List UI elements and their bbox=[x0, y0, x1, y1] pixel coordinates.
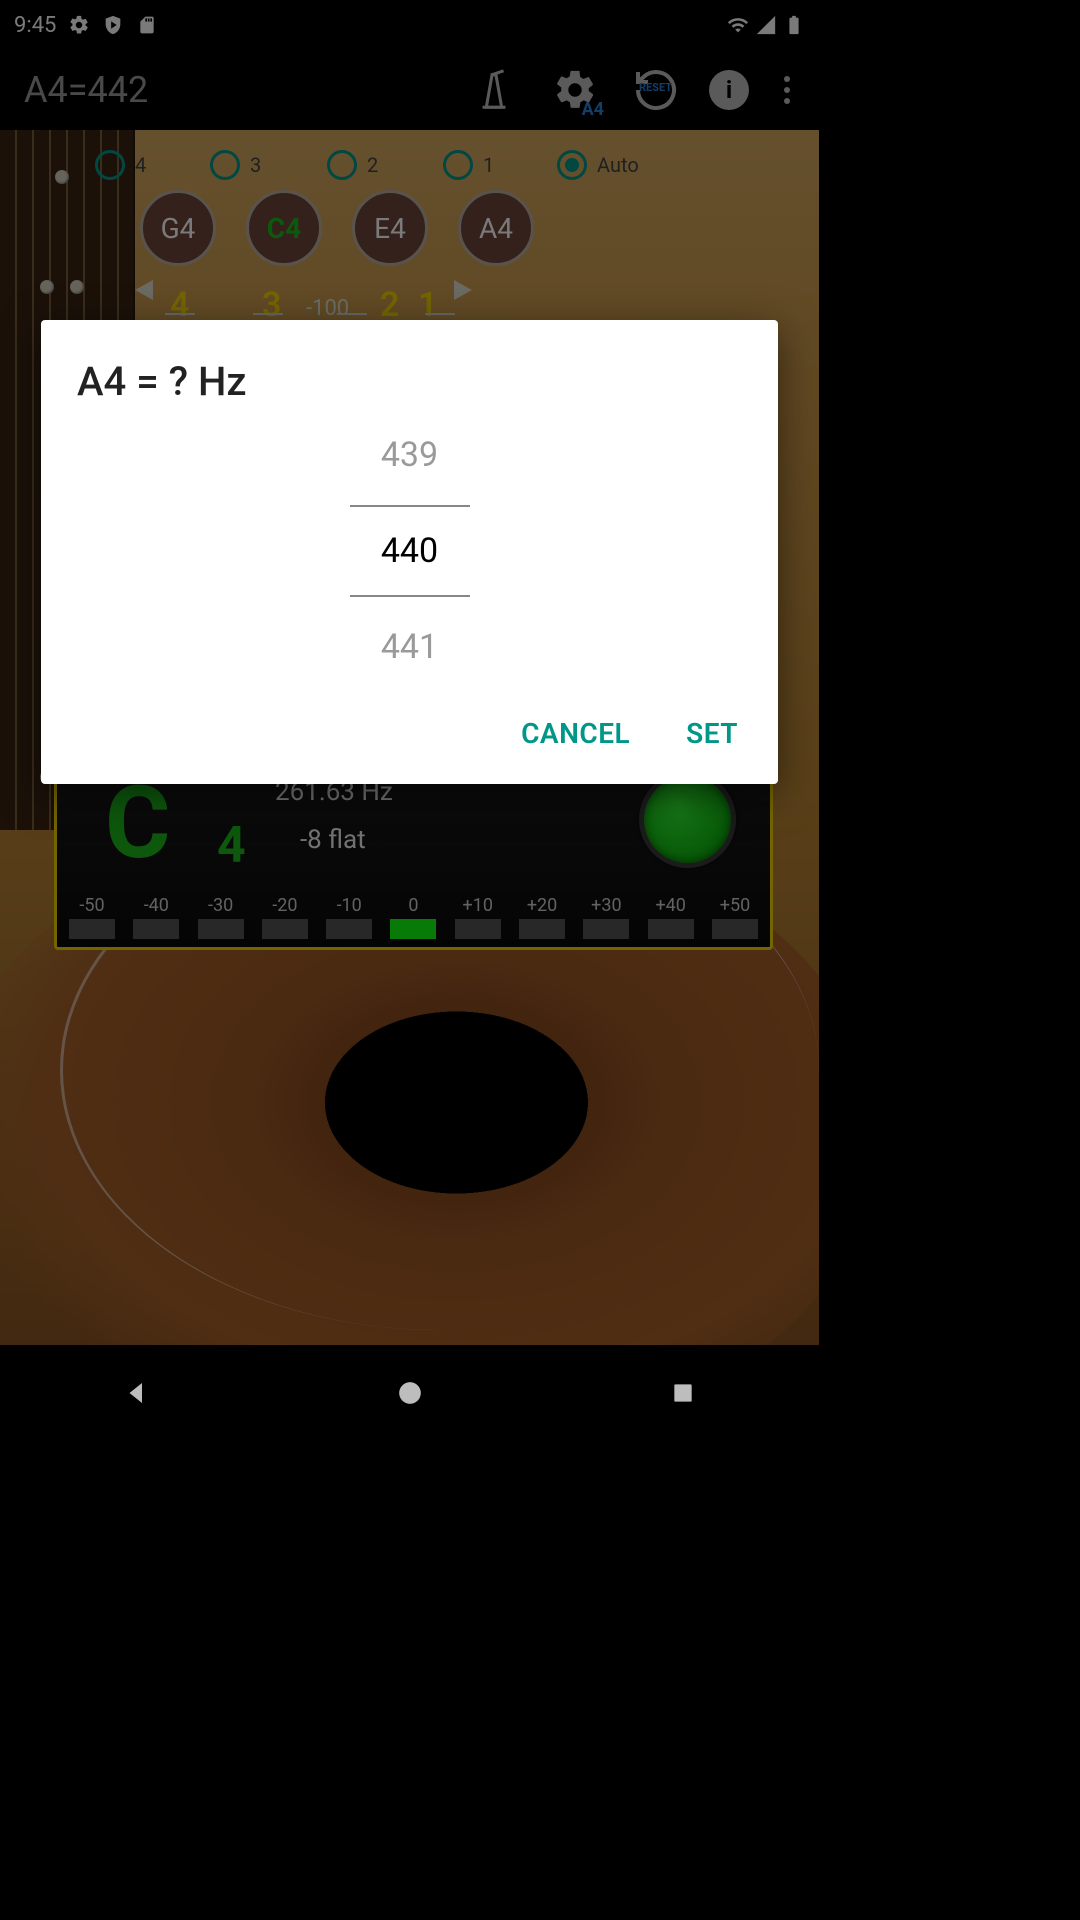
set-button[interactable]: SET bbox=[682, 709, 742, 758]
nav-recent-button[interactable] bbox=[663, 1373, 703, 1413]
nav-bar bbox=[0, 1345, 819, 1440]
cancel-button[interactable]: CANCEL bbox=[517, 709, 634, 758]
dialog-title: A4 = ? Hz bbox=[77, 358, 742, 405]
nav-home-button[interactable] bbox=[390, 1373, 430, 1413]
picker-current[interactable]: 440 bbox=[350, 505, 470, 597]
nav-back-button[interactable] bbox=[117, 1373, 157, 1413]
number-picker[interactable]: 439 440 441 bbox=[77, 435, 742, 667]
a4-frequency-dialog: A4 = ? Hz 439 440 441 CANCEL SET bbox=[41, 320, 778, 784]
picker-prev[interactable]: 439 bbox=[381, 435, 438, 475]
picker-next[interactable]: 441 bbox=[381, 627, 438, 667]
